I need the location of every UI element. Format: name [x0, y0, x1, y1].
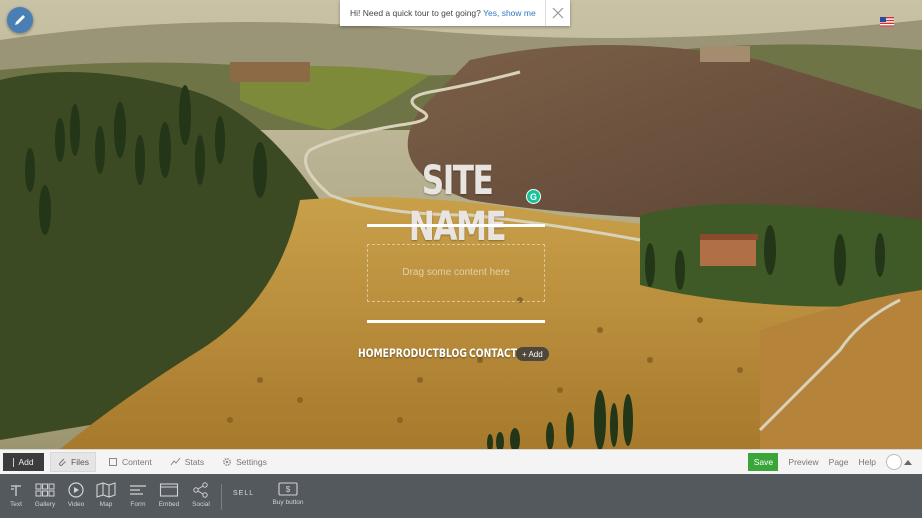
site-name-heading[interactable]: SITE NAME — [387, 158, 527, 250]
tab-stats-label: Stats — [184, 457, 205, 467]
embed-icon — [159, 483, 179, 497]
tool-video[interactable]: Video — [61, 482, 91, 508]
tool-buy-button-label: Buy button — [272, 499, 304, 506]
tool-gallery[interactable]: Gallery — [30, 482, 60, 508]
edit-pencil-button[interactable] — [7, 7, 33, 33]
element-tray: Text Gallery Video Map Form Embed Social… — [0, 474, 922, 518]
tool-text-label: Text — [10, 501, 22, 508]
add-button-label: Add — [18, 457, 34, 467]
tour-banner: Hi! Need a quick tour to get going? Yes,… — [340, 0, 570, 26]
tool-form-label: Form — [130, 501, 146, 508]
gear-icon — [223, 458, 232, 466]
tab-settings-label: Settings — [236, 457, 267, 467]
tool-social[interactable]: Social — [186, 482, 216, 508]
nav-products[interactable]: PRODUCTS — [389, 346, 445, 360]
language-flag-icon[interactable] — [880, 17, 894, 27]
grammarly-icon[interactable]: G — [526, 189, 541, 204]
nav-contact[interactable]: CONTACT — [469, 346, 517, 360]
nav-blog[interactable]: BLOG — [439, 346, 467, 360]
nav-home[interactable]: HOME — [358, 346, 389, 360]
site-navigation: HOME PRODUCTS BLOG CONTACT — [358, 346, 517, 360]
share-icon — [193, 482, 208, 498]
preview-button[interactable]: Preview — [788, 457, 818, 467]
toolbar-right-group: Save Preview Page Help — [748, 450, 922, 474]
tray-separator — [221, 484, 222, 510]
tour-message: Hi! Need a quick tour to get going? Yes,… — [340, 8, 545, 18]
pencil-icon — [15, 15, 25, 25]
paperclip-icon — [59, 458, 66, 466]
tab-settings[interactable]: Settings — [216, 453, 273, 471]
content-page-icon — [108, 458, 117, 466]
stats-chart-icon — [170, 457, 181, 466]
tool-map-label: Map — [99, 501, 113, 508]
add-nav-page-button[interactable]: + Add — [516, 347, 549, 361]
tool-video-label: Video — [67, 501, 85, 508]
tool-gallery-label: Gallery — [34, 501, 56, 508]
page-button[interactable]: Page — [829, 457, 849, 467]
tool-embed-label: Embed — [158, 501, 180, 508]
tab-stats[interactable]: Stats — [164, 453, 210, 471]
help-button[interactable]: Help — [859, 457, 876, 467]
text-icon — [11, 485, 21, 496]
chevron-up-icon[interactable] — [904, 459, 912, 465]
form-icon — [130, 485, 146, 495]
editor-toolbar: Add Files Content Stats Settings Save Pr… — [0, 449, 922, 475]
sell-section-label: SELL — [233, 490, 255, 497]
tour-close-button[interactable] — [545, 0, 570, 26]
tool-map[interactable]: Map — [91, 482, 121, 508]
content-drop-zone[interactable]: Drag some content here — [367, 244, 545, 302]
map-icon — [96, 482, 116, 498]
add-bar-icon — [13, 457, 15, 467]
svg-text:$: $ — [286, 485, 291, 494]
buy-button-icon: $ — [278, 482, 298, 496]
save-button[interactable]: Save — [748, 453, 779, 471]
hero-divider-top — [367, 224, 545, 227]
hero-divider-bottom — [367, 320, 545, 323]
tool-social-label: Social — [192, 501, 210, 508]
video-icon — [68, 482, 84, 498]
add-button[interactable]: Add — [3, 453, 44, 471]
tool-text[interactable]: Text — [1, 482, 31, 508]
tab-files-label: Files — [71, 457, 89, 467]
tab-files[interactable]: Files — [50, 452, 96, 472]
tool-embed[interactable]: Embed — [154, 482, 184, 508]
tour-question: Hi! Need a quick tour to get going? — [350, 8, 481, 18]
account-avatar[interactable] — [886, 454, 902, 470]
tab-content[interactable]: Content — [102, 453, 158, 471]
drop-zone-placeholder: Drag some content here — [402, 267, 510, 278]
close-icon — [552, 7, 564, 19]
tool-form[interactable]: Form — [123, 482, 153, 508]
tour-show-me-link[interactable]: Yes, show me — [483, 8, 536, 18]
tool-buy-button[interactable]: $ Buy button — [268, 482, 308, 506]
tab-content-label: Content — [121, 457, 152, 467]
gallery-icon — [35, 483, 55, 497]
